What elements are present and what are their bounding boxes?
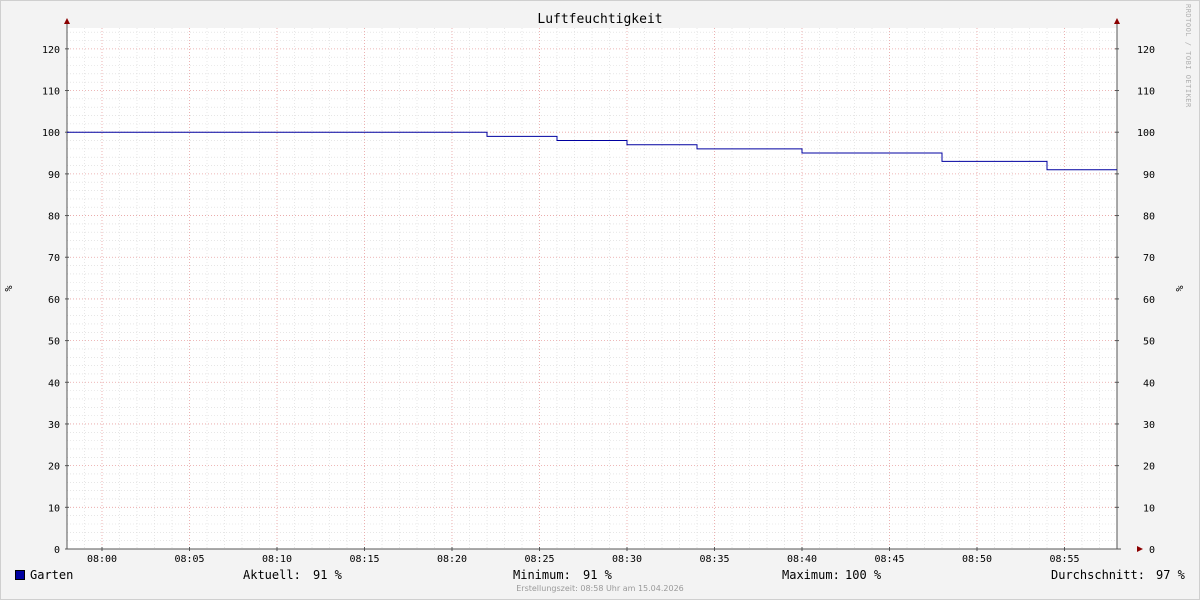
y-tick-label-left: 10 [48, 503, 60, 514]
y-tick-label-left: 120 [42, 45, 60, 56]
y-axis-arrow-left [64, 18, 70, 24]
y-tick-label-left: 40 [48, 378, 60, 389]
y-tick-label-right: 30 [1143, 420, 1155, 431]
y-tick-label-right: 120 [1137, 45, 1155, 56]
creation-time-footer: Erstellungszeit: 08:58 Uhr am 15.04.2026 [516, 584, 684, 593]
current-value: 91 % [313, 568, 342, 582]
humidity-chart: 0 0 10 10 20 20 30 30 40 40 50 50 60 60 70 70 80 80 90 90 10… [4, 12, 1186, 565]
legend-swatch-garten [15, 570, 25, 580]
y-tick-label-right: 20 [1143, 462, 1155, 473]
x-tick-label: 08:40 [787, 554, 817, 565]
legend-series-name: Garten [30, 568, 74, 582]
x-tick-label: 08:05 [174, 554, 204, 565]
max-value: 100 % [845, 568, 882, 582]
y-tick-label-left: 50 [48, 337, 60, 348]
legend-row: Garten Aktuell: 91 % Minimum: 91 % Maxim… [0, 566, 1200, 584]
y-tick-label-right: 60 [1143, 295, 1155, 306]
watermark: RRDTOOL / TOBI OETIKER [1184, 4, 1192, 108]
y-tick-label-left: 30 [48, 420, 60, 431]
y-tick-label-right: 10 [1143, 503, 1155, 514]
x-tick-label: 08:30 [612, 554, 642, 565]
y-tick-label-left: 60 [48, 295, 60, 306]
y-tick-label-left: 110 [42, 87, 60, 98]
x-axis-arrow [1137, 546, 1143, 552]
chart-title: Luftfeuchtigkeit [537, 12, 662, 27]
min-value: 91 % [583, 568, 612, 582]
avg-label: Durchschnitt: [1051, 568, 1145, 582]
y-tick-label-right: 0 [1149, 545, 1155, 556]
y-tick-label-right: 110 [1137, 87, 1155, 98]
x-tick-label: 08:55 [1049, 554, 1079, 565]
min-label: Minimum: [513, 568, 571, 582]
avg-value: 97 % [1156, 568, 1185, 582]
y-axis-label-left: % [4, 285, 15, 291]
y-tick-label-right: 80 [1143, 212, 1155, 223]
x-tick-label: 08:25 [524, 554, 554, 565]
y-tick-label-right: 70 [1143, 253, 1155, 264]
y-tick-label-left: 100 [42, 128, 60, 139]
y-tick-label-left: 20 [48, 462, 60, 473]
current-label: Aktuell: [243, 568, 301, 582]
x-tick-label: 08:45 [874, 554, 904, 565]
y-tick-label-right: 90 [1143, 170, 1155, 181]
y-tick-label-left: 0 [54, 545, 60, 556]
y-tick-label-right: 40 [1143, 378, 1155, 389]
y-tick-label-right: 50 [1143, 337, 1155, 348]
x-tick-label: 08:00 [87, 554, 117, 565]
y-tick-label-right: 100 [1137, 128, 1155, 139]
max-label: Maximum: [782, 568, 840, 582]
y-tick-label-left: 80 [48, 212, 60, 223]
y-tick-label-left: 90 [48, 170, 60, 181]
y-axis-arrow-right [1114, 18, 1120, 24]
x-tick-label: 08:20 [437, 554, 467, 565]
x-tick-label: 08:15 [349, 554, 379, 565]
x-tick-label: 08:50 [962, 554, 992, 565]
x-tick-label: 08:10 [262, 554, 292, 565]
y-axis-label-right: % [1175, 285, 1186, 291]
y-tick-label-left: 70 [48, 253, 60, 264]
x-tick-label: 08:35 [699, 554, 729, 565]
